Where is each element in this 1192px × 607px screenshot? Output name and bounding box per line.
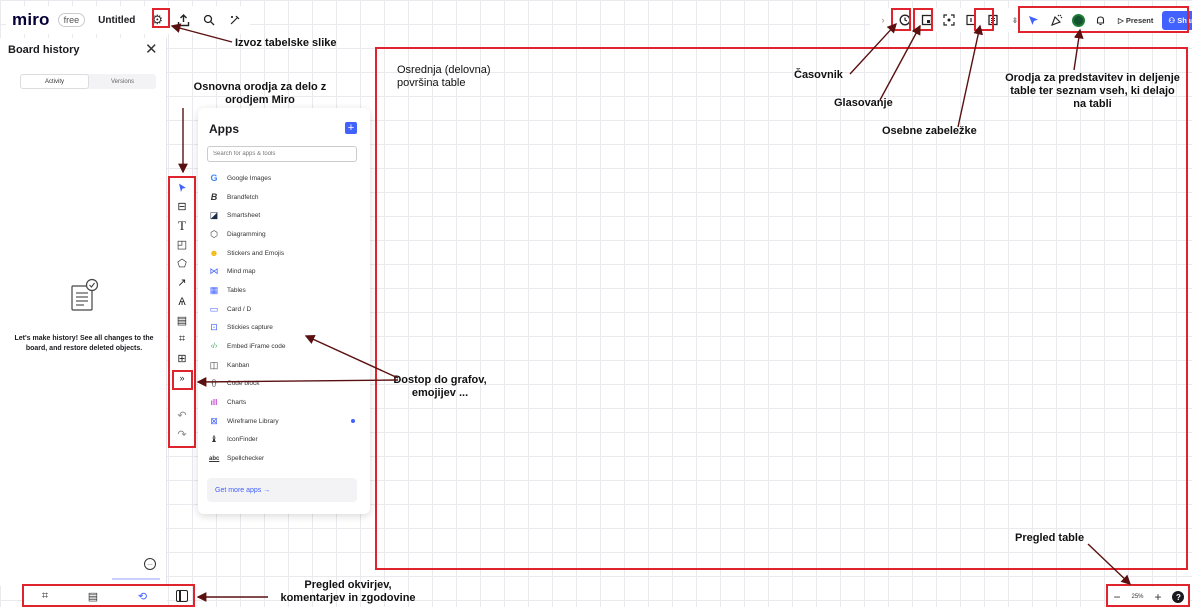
arrow-sharing [1073,28,1084,71]
arrow-timer [849,22,897,75]
arrow-apps [304,335,399,379]
arrow-more-apps [196,377,399,387]
annotation-arrows [170,22,1132,602]
arrow-overview [1087,543,1132,585]
arrow-voting [879,24,921,101]
arrow-export [170,23,233,43]
arrow-notes [957,24,983,128]
